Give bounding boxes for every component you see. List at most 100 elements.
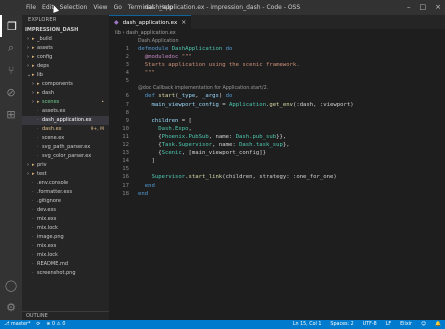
code-line[interactable]: 3 Starts application using the scenic fr… — [109, 61, 445, 69]
tree-item[interactable]: · mix.exs — [22, 242, 109, 251]
tree-item[interactable]: · .formatter.exs — [22, 188, 109, 197]
project-root[interactable]: IMPRESSION_DASH — [22, 26, 109, 35]
code-token: , [main_viewport_config]} — [181, 150, 266, 157]
code-token: ) — [218, 93, 226, 100]
code-token: , name: — [208, 133, 236, 140]
code-token: Task.Supervisor — [161, 142, 213, 149]
code-line[interactable]: 2 @moduledoc """ — [109, 53, 445, 61]
window-controls: – □ × — [407, 3, 441, 11]
code-line[interactable]: 4 """ — [109, 69, 445, 77]
tree-item-label: _build — [37, 36, 52, 42]
menu-item-go[interactable]: Go — [114, 4, 122, 11]
code-token: main_viewport_config — [151, 101, 219, 108]
menu-item-terminal[interactable]: Terminal — [128, 4, 153, 11]
status-item[interactable]: LF — [386, 320, 391, 329]
tree-item[interactable]: · mix.lock — [22, 251, 109, 260]
tree-item[interactable]: › ▸ components — [22, 80, 109, 89]
line-number: 14 — [122, 158, 129, 165]
elixir-file-icon: ◆ — [114, 19, 119, 26]
code-line[interactable]: 15 — [109, 165, 445, 173]
status-item[interactable]: Ln 15, Col 1 — [293, 320, 322, 329]
line-number: 18 — [122, 190, 129, 197]
code-line[interactable]: 16 Supervisor. start_link (children, strat… — [109, 173, 445, 181]
code-lens[interactable]: Dash.Application — [109, 38, 445, 45]
code-line[interactable]: 9 children = [ — [109, 117, 445, 125]
tree-item[interactable]: · .gitignore — [22, 197, 109, 206]
tree-item[interactable]: · README.md — [22, 260, 109, 269]
account-icon[interactable]: ◯ — [0, 274, 22, 296]
code-line[interactable]: 18 end — [109, 190, 445, 198]
tree-item-label: components — [42, 81, 73, 87]
code-editor[interactable]: Dash.Application 1 defmodule DashApplicati… — [109, 38, 445, 198]
code-line[interactable]: 7 main_viewport_config = Application. get… — [109, 101, 445, 109]
code-token: DashApplication — [171, 46, 223, 52]
tree-item[interactable]: · svg_color_parser.ex — [22, 152, 109, 161]
tree-item[interactable]: · .env.console — [22, 179, 109, 188]
extensions-icon[interactable]: ⊞ — [0, 103, 22, 125]
code-token: """ — [181, 54, 192, 61]
code-line[interactable]: 14 ] — [109, 157, 445, 165]
code-token: children — [151, 117, 179, 124]
code-line[interactable]: 6 def start(_type, _args) do — [109, 92, 445, 100]
menu-item-file[interactable]: File — [26, 4, 36, 11]
tree-item-label: dash.ex — [42, 126, 62, 132]
tree-item[interactable]: · svg_path_parser.ex — [22, 143, 109, 152]
source-control-icon[interactable]: ⑂ — [0, 59, 22, 81]
menu-item-view[interactable]: View — [93, 4, 107, 11]
file-tree: › ▸ _build › ▸ assets › ▸ config › ▸ deps ⌄▸ lib › ▸ com… — [22, 35, 109, 278]
menu-bar: File Edit Selection View Go Terminal Help — [0, 4, 173, 11]
status-item[interactable]: ⊗ 0 ⚠ 0 — [46, 320, 65, 329]
tree-item[interactable]: · scene.ex — [22, 134, 109, 143]
code-line[interactable]: 13 {Scenic, [main_viewport_config]} — [109, 149, 445, 157]
status-left: ⎇ master* ⟳ ⊗ 0 ⚠ 0 — [4, 320, 65, 329]
tree-item[interactable]: · image.png — [22, 233, 109, 242]
debug-icon[interactable]: ⊘ — [0, 81, 22, 103]
tree-item[interactable]: › ▸ deps — [22, 62, 109, 71]
code-line[interactable]: 1 defmodule DashApplication do — [109, 45, 445, 53]
tree-item[interactable]: · dash_application.ex — [22, 116, 109, 125]
status-item[interactable]: 🔔 — [435, 320, 441, 329]
code-line[interactable]: 10 Dash.Expo, — [109, 125, 445, 133]
minimize-icon[interactable]: – — [407, 3, 411, 11]
code-line[interactable]: 12 {Task.Supervisor, name: Dash.task_sup… — [109, 141, 445, 149]
search-icon[interactable]: ⌕ — [0, 37, 22, 59]
gear-icon[interactable]: ⚙ — [0, 296, 22, 318]
status-item[interactable]: UTF-8 — [363, 320, 377, 329]
tree-item-label: dev.exs — [37, 207, 56, 213]
tree-item[interactable]: · mix.lock — [22, 224, 109, 233]
code-line[interactable]: 11 {Phoenix.PubSub, name: Dash.pub_sub}}… — [109, 133, 445, 141]
tree-item[interactable]: · dev.exs — [22, 206, 109, 215]
tab-dash-application[interactable]: ◆ dash_application.ex × — [109, 15, 192, 29]
breadcrumb[interactable]: lib › dash_application.ex — [109, 29, 445, 38]
menu-item-selection[interactable]: Selection — [60, 4, 88, 11]
tab-close-icon[interactable]: × — [181, 19, 186, 26]
menu-item-help[interactable]: Help — [159, 4, 173, 11]
tree-item[interactable]: · assets.ex — [22, 107, 109, 116]
tree-item[interactable]: · screenshot.png — [22, 269, 109, 278]
tree-item[interactable]: · dash.ex 9+, M — [22, 125, 109, 134]
tree-item[interactable]: · mix.exs — [22, 215, 109, 224]
files-icon[interactable]: ❐ — [0, 15, 22, 37]
maximize-icon[interactable]: □ — [420, 3, 427, 11]
status-item[interactable]: Elixir — [400, 320, 412, 329]
tree-item[interactable]: › ▸ config — [22, 53, 109, 62]
tree-item[interactable]: › ▸ dash — [22, 89, 109, 98]
code-token: = — [218, 101, 229, 108]
tree-item[interactable]: › ▸ _build — [22, 35, 109, 44]
code-lens[interactable]: @doc Callback implementation for Applica… — [109, 85, 445, 92]
status-item[interactable]: ⎇ master* — [4, 320, 30, 329]
status-item[interactable]: ☺ — [421, 320, 426, 329]
status-item[interactable]: ⟳ — [36, 320, 40, 329]
code-line[interactable]: 8 — [109, 109, 445, 117]
status-item[interactable]: Spaces: 2 — [330, 320, 353, 329]
tree-item[interactable]: ⌄▸ lib — [22, 71, 109, 80]
tree-item[interactable]: › ▸ priv — [22, 161, 109, 170]
tree-item-label: image.png — [37, 234, 64, 240]
tree-item[interactable]: › ▸ test — [22, 170, 109, 179]
code-line[interactable]: 17 end — [109, 182, 445, 190]
close-icon[interactable]: × — [435, 3, 441, 11]
outline-panel[interactable]: OUTLINE — [22, 311, 109, 320]
code-line[interactable]: 5 — [109, 77, 445, 85]
tree-item[interactable]: › ▸ scenes • — [22, 98, 109, 107]
tree-item[interactable]: › ▸ assets — [22, 44, 109, 53]
